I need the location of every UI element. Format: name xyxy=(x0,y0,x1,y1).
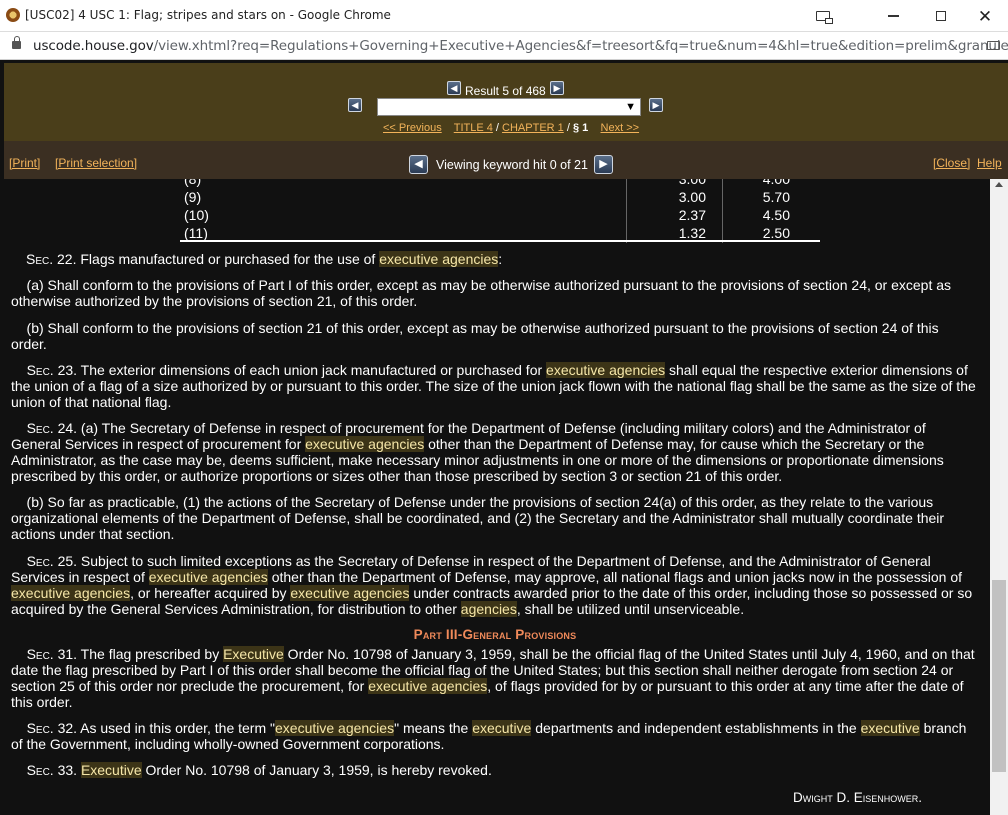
open-in-app-icon[interactable] xyxy=(987,41,1000,50)
next-result-button[interactable]: ▶ xyxy=(550,81,564,95)
prev-section-button[interactable]: ◀ xyxy=(348,98,362,112)
dimensions-table: (8) 3.00 4.00 (9) 3.00 5.70 (10) 2.37 4.… xyxy=(180,179,820,243)
scroll-up-icon[interactable] xyxy=(995,182,1003,187)
document-content: (8) 3.00 4.00 (9) 3.00 5.70 (10) 2.37 4.… xyxy=(0,179,990,815)
vertical-scrollbar[interactable] xyxy=(990,179,1008,815)
section-22-a: (a) Shall conform to the provisions of P… xyxy=(11,277,952,309)
section-33: Sec. 33. Executive Order No. 10798 of Ja… xyxy=(26,762,492,778)
prev-result-button[interactable]: ◀ xyxy=(447,81,461,95)
maximize-button[interactable] xyxy=(918,0,964,32)
close-window-button[interactable]: ✕ xyxy=(962,0,1008,32)
window-title: [USC02] 4 USC 1: Flag; stripes and stars… xyxy=(25,8,391,22)
cast-icon[interactable] xyxy=(800,0,846,32)
keyword-hit-counter: Viewing keyword hit 0 of 21 xyxy=(436,158,588,172)
help-link[interactable]: Help xyxy=(977,156,1002,170)
close-link[interactable]: [Close] xyxy=(933,156,970,170)
signature: Dwight D. Eisenhower. xyxy=(793,790,923,805)
chevron-down-icon: ▼ xyxy=(625,101,636,113)
print-link[interactable]: [Print] xyxy=(9,156,40,170)
print-toolbar: [Print] [Print selection] ◀ Viewing keyw… xyxy=(4,141,1008,179)
section-22-heading: Sec. 22. Flags manufactured or purchased… xyxy=(26,251,503,267)
table-row: (8) 3.00 4.00 xyxy=(180,179,820,189)
table-row: (9) 3.00 5.70 xyxy=(180,189,820,207)
section-31: Sec. 31. The flag prescribed by Executiv… xyxy=(11,646,975,710)
section-32: Sec. 32. As used in this order, the term… xyxy=(11,720,967,752)
section-24-b: (b) So far as practicable, (1) the actio… xyxy=(11,494,945,542)
next-section-button[interactable]: ▶ xyxy=(649,98,663,112)
part-heading: Part III-General Provisions xyxy=(413,627,577,642)
section-25: Sec. 25. Subject to such limited excepti… xyxy=(11,553,973,617)
site-favicon-icon xyxy=(6,8,20,22)
section-22-b: (b) Shall conform to the provisions of s… xyxy=(11,320,939,352)
title-link[interactable]: TITLE 4 xyxy=(454,122,493,134)
prev-hit-button[interactable]: ◀ xyxy=(409,155,428,174)
section-select[interactable]: ▼ xyxy=(377,98,641,116)
section-24-a: Sec. 24. (a) The Secretary of Defense in… xyxy=(11,420,944,484)
scrollbar-thumb[interactable] xyxy=(992,580,1006,772)
address-bar[interactable]: uscode.house.gov/view.xhtml?req=Regulati… xyxy=(0,32,1008,60)
section-23: Sec. 23. The exterior dimensions of each… xyxy=(11,362,976,410)
result-navigation-panel: ◀ Result 5 of 468 ▶ ◀ ▼ ▶ << Previous TI… xyxy=(4,63,1008,141)
next-link[interactable]: Next >> xyxy=(601,122,640,134)
next-hit-button[interactable]: ▶ xyxy=(594,155,613,174)
print-selection-link[interactable]: [Print selection] xyxy=(55,156,137,170)
breadcrumb: << Previous TITLE 4 / CHAPTER 1 / § 1 Ne… xyxy=(383,122,640,134)
url-text[interactable]: uscode.house.gov/view.xhtml?req=Regulati… xyxy=(33,38,1008,54)
result-counter: Result 5 of 468 xyxy=(465,84,546,98)
section-label: § 1 xyxy=(572,122,589,134)
lock-icon xyxy=(12,36,21,49)
window-titlebar: [USC02] 4 USC 1: Flag; stripes and stars… xyxy=(0,0,1008,32)
previous-link[interactable]: << Previous xyxy=(383,122,442,134)
table-row: (10) 2.37 4.50 xyxy=(180,207,820,225)
minimize-button[interactable] xyxy=(870,0,916,32)
chapter-link[interactable]: CHAPTER 1 xyxy=(502,122,564,134)
